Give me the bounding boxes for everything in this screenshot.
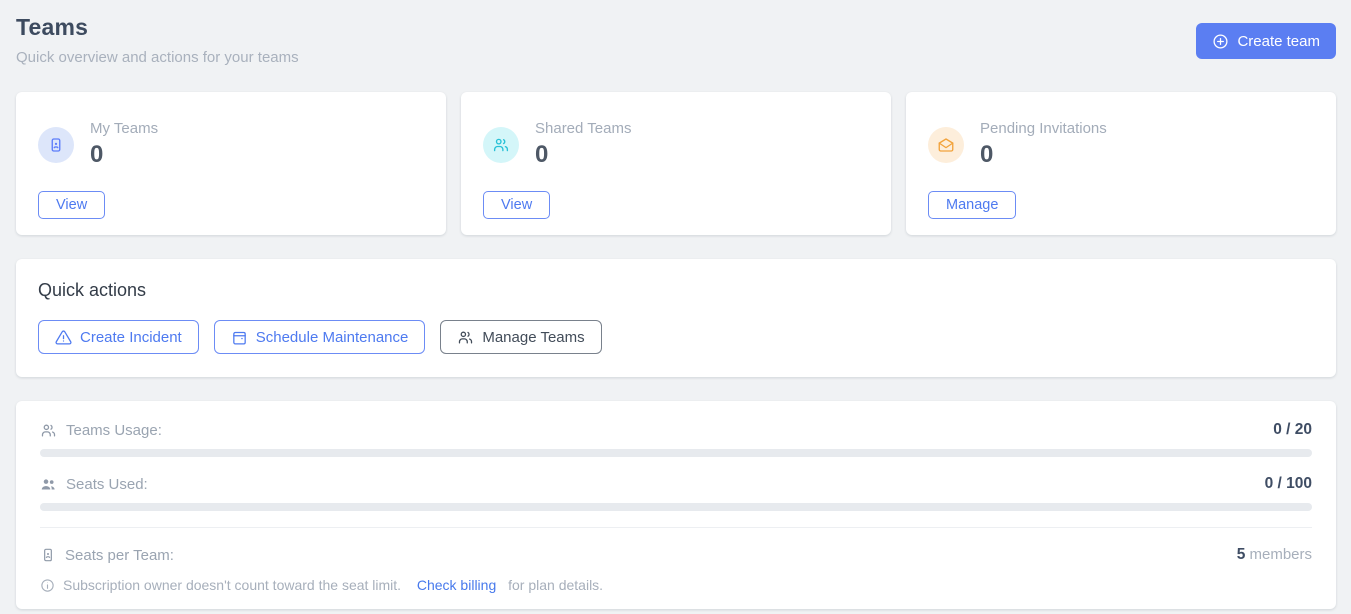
seats-per-team-value: 5 members	[1237, 546, 1312, 564]
stat-label: Pending Invitations	[980, 120, 1107, 137]
users-outline-icon	[40, 422, 57, 439]
seats-per-team-label: Seats per Team:	[65, 547, 174, 564]
stat-value: 0	[980, 141, 1107, 169]
teams-usage-value: 0 / 20	[1273, 421, 1312, 439]
plus-circle-icon	[1212, 33, 1229, 50]
schedule-maintenance-button[interactable]: Schedule Maintenance	[214, 320, 426, 354]
note-text-before: Subscription owner doesn't count toward …	[63, 577, 409, 593]
calendar-icon	[231, 329, 248, 346]
users-icon	[457, 329, 474, 346]
quick-actions-buttons: Create Incident Schedule Maintenance	[38, 320, 1314, 354]
manage-teams-label: Manage Teams	[482, 329, 584, 346]
seats-per-team-row: Seats per Team: 5 members	[40, 546, 1312, 564]
teams-usage-row: Teams Usage: 0 / 20	[40, 421, 1312, 439]
stat-card-my-teams: My Teams 0 View	[16, 92, 446, 235]
schedule-maintenance-label: Schedule Maintenance	[256, 329, 409, 346]
teams-usage-label: Teams Usage:	[66, 422, 162, 439]
seats-used-progressbar	[40, 503, 1312, 511]
users-icon	[483, 127, 519, 163]
create-team-button[interactable]: Create team	[1196, 23, 1336, 59]
contact-badge-icon	[40, 547, 56, 563]
view-my-teams-button[interactable]: View	[38, 191, 105, 219]
stat-label: Shared Teams	[535, 120, 631, 137]
view-shared-teams-button[interactable]: View	[483, 191, 550, 219]
contact-badge-icon	[38, 127, 74, 163]
page-header: Teams Quick overview and actions for you…	[16, 14, 1336, 66]
create-team-button-label: Create team	[1237, 33, 1320, 50]
stat-card-pending-invitations: Pending Invitations 0 Manage	[906, 92, 1336, 235]
teams-usage-progressbar	[40, 449, 1312, 457]
quick-actions-panel: Quick actions Create Incident	[16, 259, 1336, 377]
seats-used-value: 0 / 100	[1265, 475, 1312, 493]
alert-triangle-icon	[55, 329, 72, 346]
usage-divider	[40, 527, 1312, 528]
note-text-after: for plan details.	[504, 577, 603, 593]
stat-value: 0	[90, 141, 158, 169]
manage-teams-button[interactable]: Manage Teams	[440, 320, 601, 354]
usage-panel: Teams Usage: 0 / 20 Seats Used: 0 / 100	[16, 401, 1336, 609]
stat-value: 0	[535, 141, 631, 169]
page-subtitle: Quick overview and actions for your team…	[16, 49, 299, 66]
manage-invitations-button[interactable]: Manage	[928, 191, 1016, 219]
quick-actions-title: Quick actions	[38, 280, 1314, 301]
seats-used-label: Seats Used:	[66, 476, 148, 493]
stat-card-shared-teams: Shared Teams 0 View	[461, 92, 891, 235]
stat-cards-row: My Teams 0 View Shared Teams	[16, 92, 1336, 235]
seats-used-row: Seats Used: 0 / 100	[40, 475, 1312, 493]
info-circle-icon	[40, 578, 55, 593]
seat-limit-note: Subscription owner doesn't count toward …	[40, 577, 1312, 593]
page-header-text: Teams Quick overview and actions for you…	[16, 14, 299, 66]
mail-open-icon	[928, 127, 964, 163]
create-incident-label: Create Incident	[80, 329, 182, 346]
users-filled-icon	[40, 476, 57, 493]
teams-page: Teams Quick overview and actions for you…	[0, 0, 1351, 609]
page-title: Teams	[16, 14, 299, 41]
stat-label: My Teams	[90, 120, 158, 137]
check-billing-link[interactable]: Check billing	[417, 577, 496, 593]
create-incident-button[interactable]: Create Incident	[38, 320, 199, 354]
